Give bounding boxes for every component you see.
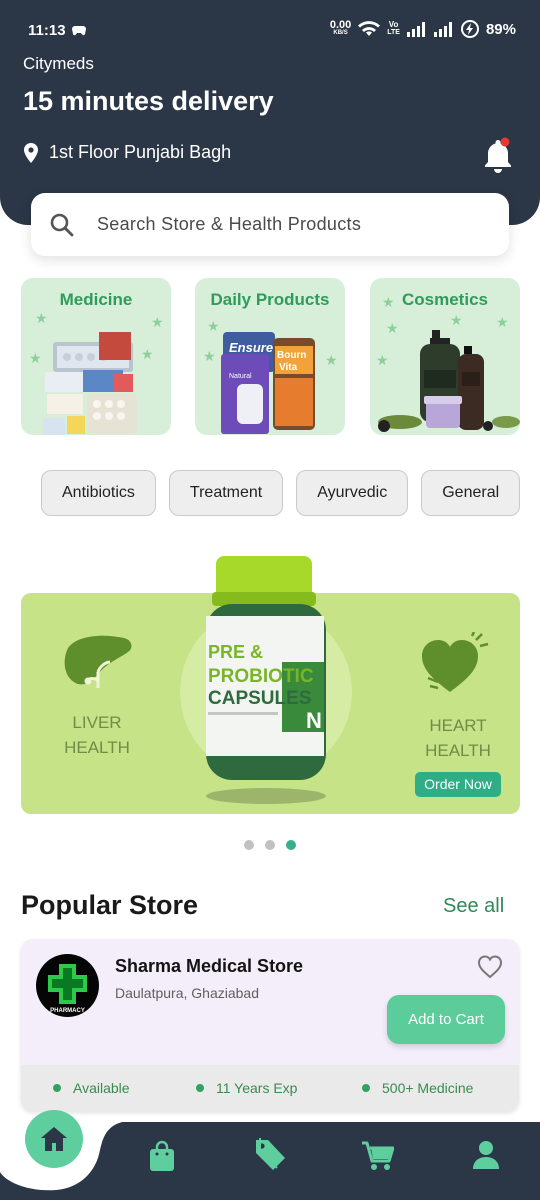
network-speed: 0.00 KB/S — [329, 19, 352, 37]
pharmacy-cross-icon: PHARMACY — [48, 964, 87, 1014]
star-decoration-icon: ★ — [35, 310, 48, 326]
tag-icon[interactable] — [254, 1136, 286, 1172]
star-decoration-icon: ★ — [325, 352, 338, 368]
svg-text:Ensure: Ensure — [229, 340, 273, 355]
star-decoration-icon: ★ — [203, 348, 216, 364]
delivery-headline: 15 minutes delivery — [23, 86, 274, 116]
shopping-bag-icon[interactable] — [148, 1140, 176, 1172]
feature-medicine-count: 500+ Medicine — [362, 1080, 473, 1096]
status-dot — [196, 1084, 204, 1092]
star-decoration-icon: ★ — [29, 350, 42, 366]
svg-text:Bourn: Bourn — [277, 350, 306, 361]
favorite-heart-icon[interactable] — [477, 954, 503, 980]
store-name: Sharma Medical Store — [115, 956, 304, 976]
category-card-daily-products[interactable]: Daily Products ★ ★ ★ Ensure Natural Bour… — [195, 278, 345, 435]
chip-treatment[interactable]: Treatment — [168, 470, 284, 516]
svg-text:CAPSULES: CAPSULES — [208, 688, 311, 709]
battery-percentage: 89% — [485, 20, 516, 38]
battery-charging-icon — [460, 20, 479, 38]
volte-indicator: Vo LTE — [387, 20, 400, 37]
app-header: 11:13 0.00 KB/S Vo LTE 89% Citymeds 15 m… — [0, 0, 540, 225]
cosmetics-product-image — [378, 330, 520, 432]
game-controller-icon — [72, 26, 86, 36]
feature-experience: 11 Years Exp — [196, 1080, 297, 1096]
category-card-medicine[interactable]: Medicine ★ ★ ★ ★ — [21, 278, 171, 435]
chip-general[interactable]: General — [421, 470, 520, 516]
store-location: Daulatpura, Ghaziabad — [115, 985, 259, 1001]
store-logo: PHARMACY — [36, 954, 99, 1017]
home-icon — [41, 1127, 67, 1151]
heart-icon — [422, 632, 489, 692]
see-all-link[interactable]: See all — [443, 895, 504, 918]
store-features: Available 11 Years Exp 500+ Medicine — [21, 1065, 519, 1111]
category-card-cosmetics[interactable]: Cosmetics ★ ★ ★ ★ ★ — [370, 278, 520, 435]
search-icon — [50, 213, 74, 236]
nav-home-button[interactable] — [25, 1110, 83, 1168]
svg-text:PRE &: PRE & — [208, 642, 263, 662]
svg-text:Vita: Vita — [279, 362, 298, 373]
notification-bell-icon[interactable] — [480, 136, 516, 174]
liver-health-text: LIVER HEALTH — [64, 713, 130, 757]
profile-icon[interactable] — [472, 1140, 500, 1170]
chip-antibiotics[interactable]: Antibiotics — [41, 470, 156, 516]
carousel-dot[interactable] — [265, 840, 275, 850]
status-dot — [53, 1084, 61, 1092]
section-title: Popular Store — [21, 890, 199, 920]
carousel-dot-active[interactable] — [286, 840, 296, 850]
status-time: 11:13 — [28, 22, 66, 39]
signal-icon — [406, 21, 425, 37]
svg-text:Natural: Natural — [229, 373, 252, 380]
order-now-button[interactable]: Order Now — [415, 772, 501, 797]
carousel-dots — [244, 840, 296, 850]
wifi-icon — [358, 21, 381, 36]
store-card[interactable]: PHARMACY Sharma Medical Store Daulatpura… — [21, 939, 519, 1111]
cart-icon[interactable] — [360, 1140, 394, 1172]
feature-available: Available — [53, 1080, 130, 1096]
heart-health-text: HEART HEALTH — [425, 716, 491, 760]
carousel-dot[interactable] — [244, 840, 254, 850]
search-bar[interactable]: Search Store & Health Products — [31, 193, 509, 256]
status-bar: 11:13 0.00 KB/S Vo LTE 89% — [0, 0, 540, 60]
star-decoration-icon: ★ — [382, 294, 395, 310]
category-title: Daily Products — [210, 290, 330, 309]
location-selector[interactable]: 1st Floor Punjabi Bagh — [23, 142, 231, 163]
probiotic-bottle-image: PRE & PROBIOTIC CAPSULES N — [180, 556, 352, 804]
svg-text:N: N — [306, 708, 322, 733]
daily-products-image: Ensure Natural Bourn Vita — [221, 332, 315, 434]
liver-icon — [64, 635, 132, 688]
add-to-cart-button[interactable]: Add to Cart — [387, 995, 505, 1044]
category-title: Medicine — [59, 290, 133, 309]
signal-icon-2 — [433, 21, 452, 37]
search-input[interactable]: Search Store & Health Products — [97, 214, 361, 235]
location-pin-icon — [24, 142, 38, 163]
chip-ayurvedic[interactable]: Ayurvedic — [296, 470, 409, 516]
medicine-product-image — [43, 332, 137, 435]
brand-name: Citymeds — [23, 54, 94, 73]
svg-text:PROBIOTIC: PROBIOTIC — [208, 666, 314, 687]
category-chips: Antibiotics Treatment Ayurvedic General — [41, 470, 520, 516]
status-dot — [362, 1084, 370, 1092]
location-text: 1st Floor Punjabi Bagh — [49, 142, 232, 162]
svg-text:PHARMACY: PHARMACY — [50, 1008, 85, 1014]
status-icons: 0.00 KB/S Vo LTE 89% — [330, 20, 516, 38]
